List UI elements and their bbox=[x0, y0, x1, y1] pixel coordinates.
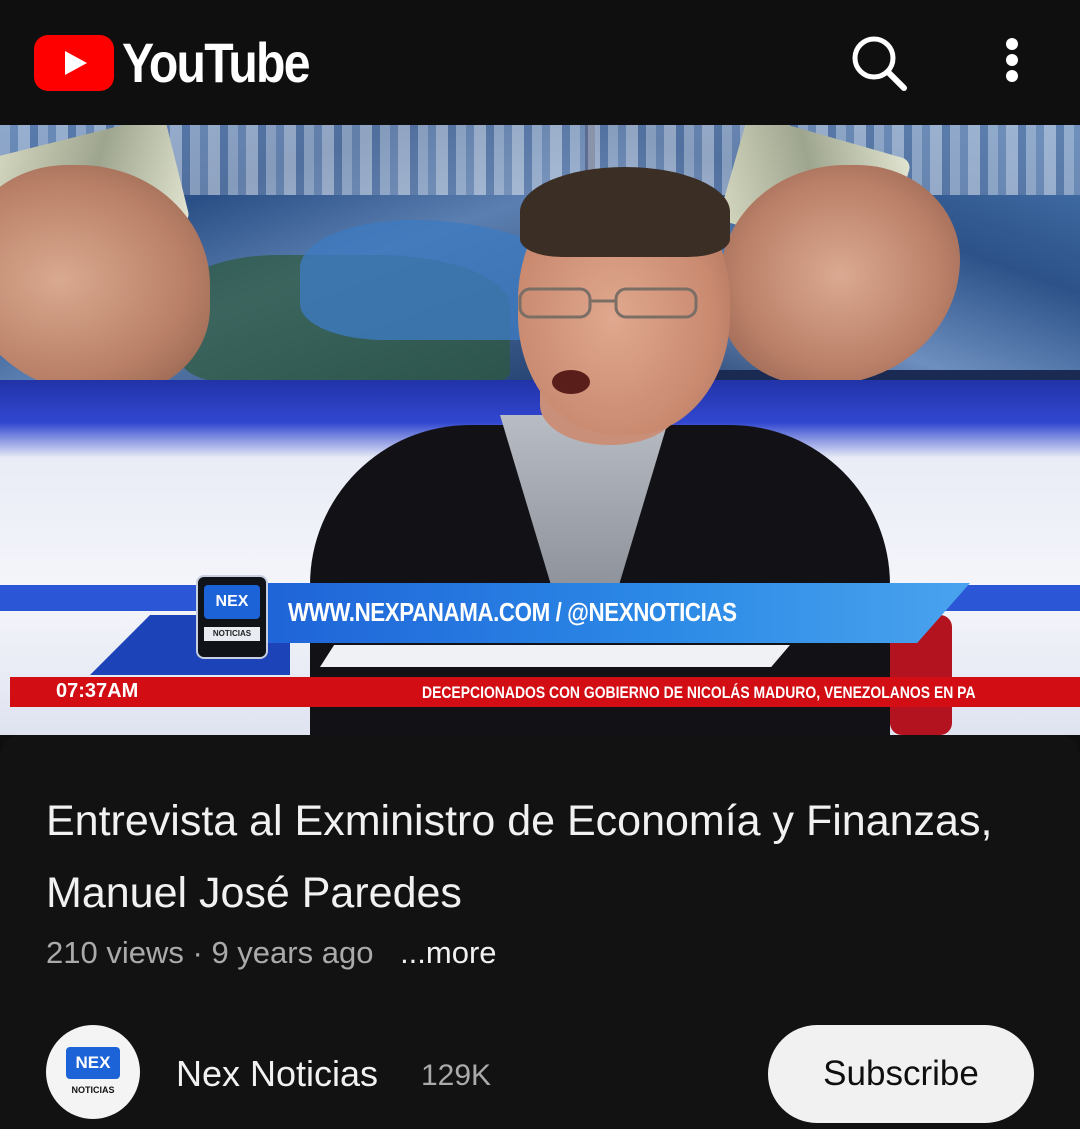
nex-badge-logo: NEX bbox=[204, 585, 260, 619]
ticker-text: DECEPCIONADOS CON GOBIERNO DE NICOLÁS MA… bbox=[422, 683, 976, 702]
lower-third-underbar bbox=[320, 645, 790, 667]
youtube-logo[interactable]: YouTube bbox=[34, 30, 339, 95]
info-card[interactable]: Entrevista al Exministro de Economía y F… bbox=[0, 735, 1080, 1129]
subscriber-count: 129K bbox=[421, 1059, 492, 1092]
subscribe-button[interactable]: Subscribe bbox=[768, 1025, 1034, 1123]
video-player[interactable]: WWW.NEXPANAMA.COM / @NEXNOTICIAS NEX NOT… bbox=[0, 125, 1080, 735]
more-vert-icon bbox=[1006, 38, 1018, 82]
search-button[interactable] bbox=[846, 30, 910, 94]
upload-age: 9 years ago bbox=[211, 935, 374, 970]
nex-microphone-badge: NEX NOTICIAS bbox=[196, 575, 268, 659]
avatar-logo: NEX bbox=[66, 1047, 120, 1079]
meta-separator: · bbox=[192, 935, 203, 970]
presenter-mouth bbox=[552, 370, 590, 394]
more-options-button[interactable] bbox=[990, 30, 1034, 94]
ticker-time: 07:37AM bbox=[56, 680, 139, 702]
avatar-subtext: NOTICIAS bbox=[71, 1085, 115, 1095]
video-title[interactable]: Entrevista al Exministro de Economía y F… bbox=[46, 785, 1026, 929]
more-link[interactable]: ...more bbox=[400, 935, 496, 970]
search-icon bbox=[852, 36, 907, 91]
nex-badge-subtext: NOTICIAS bbox=[204, 627, 260, 641]
glasses-icon bbox=[518, 287, 698, 319]
video-meta[interactable]: 210 views · 9 years ago ...more bbox=[46, 935, 497, 971]
app-name: YouTube bbox=[122, 31, 311, 94]
lower-third-url: WWW.NEXPANAMA.COM / @NEXNOTICIAS bbox=[288, 597, 737, 627]
presenter-hair bbox=[520, 167, 730, 257]
video-info-panel: Entrevista al Exministro de Economía y F… bbox=[0, 735, 1080, 1129]
top-app-bar: YouTube bbox=[0, 0, 1080, 125]
view-count: 210 views bbox=[46, 935, 184, 970]
channel-avatar[interactable]: NEX NOTICIAS bbox=[46, 1025, 140, 1119]
youtube-logo-icon bbox=[34, 34, 114, 91]
channel-name[interactable]: Nex Noticias bbox=[176, 1053, 378, 1095]
